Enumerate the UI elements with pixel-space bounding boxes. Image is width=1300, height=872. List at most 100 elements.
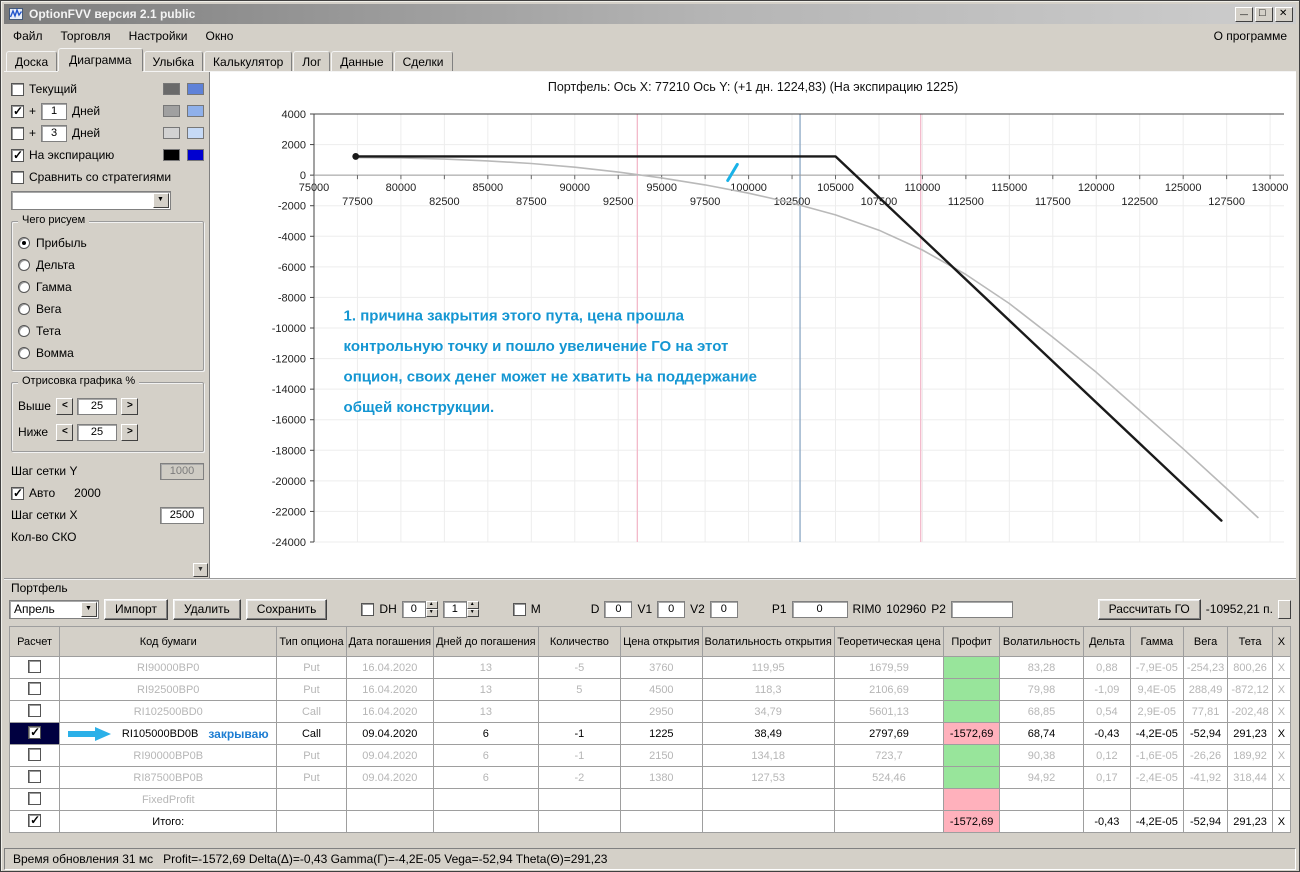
- col-header-10[interactable]: Профит: [943, 626, 1001, 657]
- draw-option-4[interactable]: Вега: [18, 298, 197, 320]
- row-calc-checkbox[interactable]: [28, 703, 42, 717]
- col-header-3[interactable]: Тип опциона: [276, 626, 347, 657]
- draw-option-5[interactable]: Тета: [18, 320, 197, 342]
- menu-item-1[interactable]: Файл: [4, 26, 52, 46]
- row-calc-checkbox[interactable]: [28, 769, 42, 783]
- menu-item-4[interactable]: Окно: [197, 26, 243, 46]
- tab-5[interactable]: Лог: [293, 51, 331, 71]
- col-header-14[interactable]: Вега: [1182, 626, 1229, 657]
- above-percent-input[interactable]: [77, 397, 117, 415]
- close-button[interactable]: [1275, 6, 1293, 22]
- open-price-cell: 2950: [620, 700, 703, 723]
- about-menu-item[interactable]: О программе: [1205, 26, 1296, 46]
- draw-option-6[interactable]: Вомма: [18, 342, 197, 364]
- grid-x-input[interactable]: [160, 506, 204, 524]
- minimize-button[interactable]: [1235, 6, 1253, 22]
- row-close-button[interactable]: X: [1271, 744, 1292, 767]
- below-percent-input[interactable]: [77, 423, 117, 441]
- auto-checkbox[interactable]: [11, 486, 24, 500]
- v2-input[interactable]: [709, 600, 738, 618]
- row-calc-checkbox[interactable]: [28, 725, 42, 739]
- month-combobox[interactable]: Апрель: [9, 599, 99, 619]
- row-close-button[interactable]: X: [1271, 656, 1292, 679]
- tab-2[interactable]: Диаграмма: [58, 48, 143, 71]
- draw-option-2[interactable]: Дельта: [18, 254, 197, 276]
- spin-up-icon[interactable]: [466, 601, 479, 609]
- calc-cell: [8, 678, 61, 701]
- menu-item-3[interactable]: Настройки: [120, 26, 197, 46]
- menu-item-2[interactable]: Торговля: [52, 26, 120, 46]
- spin-down-icon[interactable]: [466, 609, 479, 617]
- chevron-down-icon[interactable]: [81, 601, 97, 617]
- plus1-checkbox[interactable]: [11, 104, 24, 118]
- col-header-2[interactable]: Код бумаги: [59, 626, 278, 657]
- delete-button[interactable]: Удалить: [172, 598, 241, 620]
- theta-cell: 318,44: [1227, 766, 1273, 789]
- open-price-cell: [620, 810, 703, 833]
- days1-input[interactable]: [41, 102, 67, 120]
- d-input[interactable]: [604, 600, 633, 618]
- col-header-12[interactable]: Дельта: [1082, 626, 1131, 657]
- row-calc-checkbox[interactable]: [28, 813, 42, 827]
- row-calc-checkbox[interactable]: [28, 659, 42, 673]
- below-decrease-button[interactable]: [56, 423, 73, 441]
- above-increase-button[interactable]: [121, 397, 138, 415]
- draw-option-3[interactable]: Гамма: [18, 276, 197, 298]
- p1-input[interactable]: [791, 600, 848, 618]
- col-header-7[interactable]: Цена открытия: [620, 626, 703, 657]
- expiry-checkbox[interactable]: [11, 148, 24, 162]
- m-checkbox[interactable]: [512, 602, 526, 616]
- dh-spin2-input[interactable]: [442, 600, 467, 618]
- plus3-checkbox[interactable]: [11, 126, 24, 140]
- row-calc-checkbox[interactable]: [28, 791, 42, 805]
- row-close-button[interactable]: X: [1271, 700, 1292, 723]
- save-button[interactable]: Сохранить: [245, 598, 328, 620]
- row-calc-checkbox[interactable]: [28, 681, 42, 695]
- curve-row-current: Текущий: [11, 78, 204, 100]
- grid-y-input[interactable]: [160, 462, 204, 480]
- col-header-8[interactable]: Волатильность открытия: [701, 626, 835, 657]
- col-header-9[interactable]: Теоретическая цена: [833, 626, 945, 657]
- row-calc-checkbox[interactable]: [28, 747, 42, 761]
- col-header-13[interactable]: Гамма: [1129, 626, 1184, 657]
- row-close-button[interactable]: X: [1271, 722, 1292, 745]
- v1-input[interactable]: [657, 600, 686, 618]
- chevron-down-icon[interactable]: [153, 193, 169, 208]
- tab-3[interactable]: Улыбка: [143, 51, 204, 71]
- col-header-11[interactable]: Волатильность: [999, 626, 1084, 657]
- dh-spin1-input[interactable]: [401, 600, 426, 618]
- calculate-margin-button[interactable]: Рассчитать ГО: [1097, 598, 1201, 620]
- profit-cell: -1572,69: [943, 722, 1001, 745]
- dh-checkbox[interactable]: [361, 602, 375, 616]
- import-button[interactable]: Импорт: [104, 598, 168, 620]
- col-header-6[interactable]: Количество: [537, 626, 622, 657]
- days3-input[interactable]: [41, 124, 67, 142]
- row-close-button[interactable]: X: [1271, 678, 1292, 701]
- row-close-button[interactable]: [1271, 788, 1292, 811]
- svg-text:95000: 95000: [646, 182, 677, 194]
- strategy-combobox[interactable]: [11, 191, 171, 210]
- below-increase-button[interactable]: [121, 423, 138, 441]
- above-decrease-button[interactable]: [56, 397, 73, 415]
- panel-more-button[interactable]: [1278, 599, 1291, 619]
- row-close-button[interactable]: X: [1271, 766, 1292, 789]
- col-header-5[interactable]: Дней до погашения: [433, 626, 539, 657]
- spin-down-icon[interactable]: [425, 609, 438, 617]
- col-header-15[interactable]: Тета: [1227, 626, 1273, 657]
- svg-text:85000: 85000: [473, 182, 504, 194]
- col-header-16[interactable]: X: [1271, 626, 1292, 657]
- tab-7[interactable]: Сделки: [393, 51, 453, 71]
- tab-4[interactable]: Калькулятор: [204, 51, 293, 71]
- col-header-1[interactable]: Расчет: [8, 626, 61, 657]
- tab-6[interactable]: Данные: [331, 51, 393, 71]
- tab-1[interactable]: Доска: [6, 51, 58, 71]
- current-checkbox[interactable]: [11, 82, 24, 96]
- draw-option-1[interactable]: Прибыль: [18, 232, 197, 254]
- row-close-button[interactable]: X: [1271, 810, 1292, 833]
- spin-up-icon[interactable]: [425, 601, 438, 609]
- maximize-button[interactable]: [1255, 6, 1273, 22]
- scroll-down-icon[interactable]: [193, 563, 208, 577]
- col-header-4[interactable]: Дата погашения: [345, 626, 435, 657]
- compare-checkbox[interactable]: [11, 170, 24, 184]
- p2-input[interactable]: [950, 600, 1013, 618]
